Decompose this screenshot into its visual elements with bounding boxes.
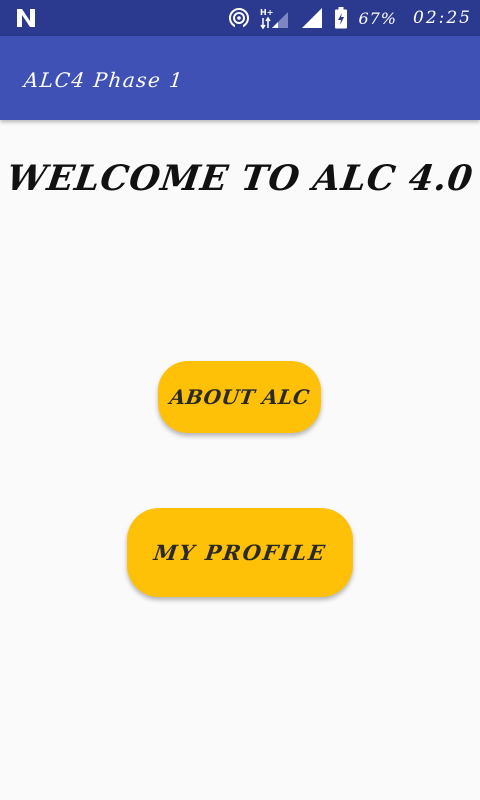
- my-profile-button[interactable]: MY PROFILE: [127, 508, 353, 597]
- battery-charging-icon: [334, 7, 348, 29]
- signal-icon: [300, 7, 324, 29]
- hotspot-icon: [228, 7, 250, 29]
- n-notification-icon: [14, 7, 38, 29]
- about-alc-button[interactable]: ABOUT ALC: [158, 361, 321, 433]
- svg-text:H+: H+: [260, 8, 273, 17]
- welcome-heading: WELCOME TO ALC 4.0: [4, 158, 476, 199]
- status-bar: H+ 67% 02:25: [0, 0, 480, 36]
- app-title: ALC4 Phase 1: [22, 68, 185, 92]
- my-profile-button-label: MY PROFILE: [151, 540, 329, 565]
- status-icons: H+ 67% 02:25: [228, 0, 472, 36]
- app-bar: ALC4 Phase 1: [0, 36, 480, 120]
- battery-percentage: 67%: [358, 8, 397, 28]
- about-alc-button-label: ABOUT ALC: [168, 385, 311, 409]
- mobile-data-hplus-icon: H+: [260, 6, 290, 30]
- clock: 02:25: [413, 8, 472, 28]
